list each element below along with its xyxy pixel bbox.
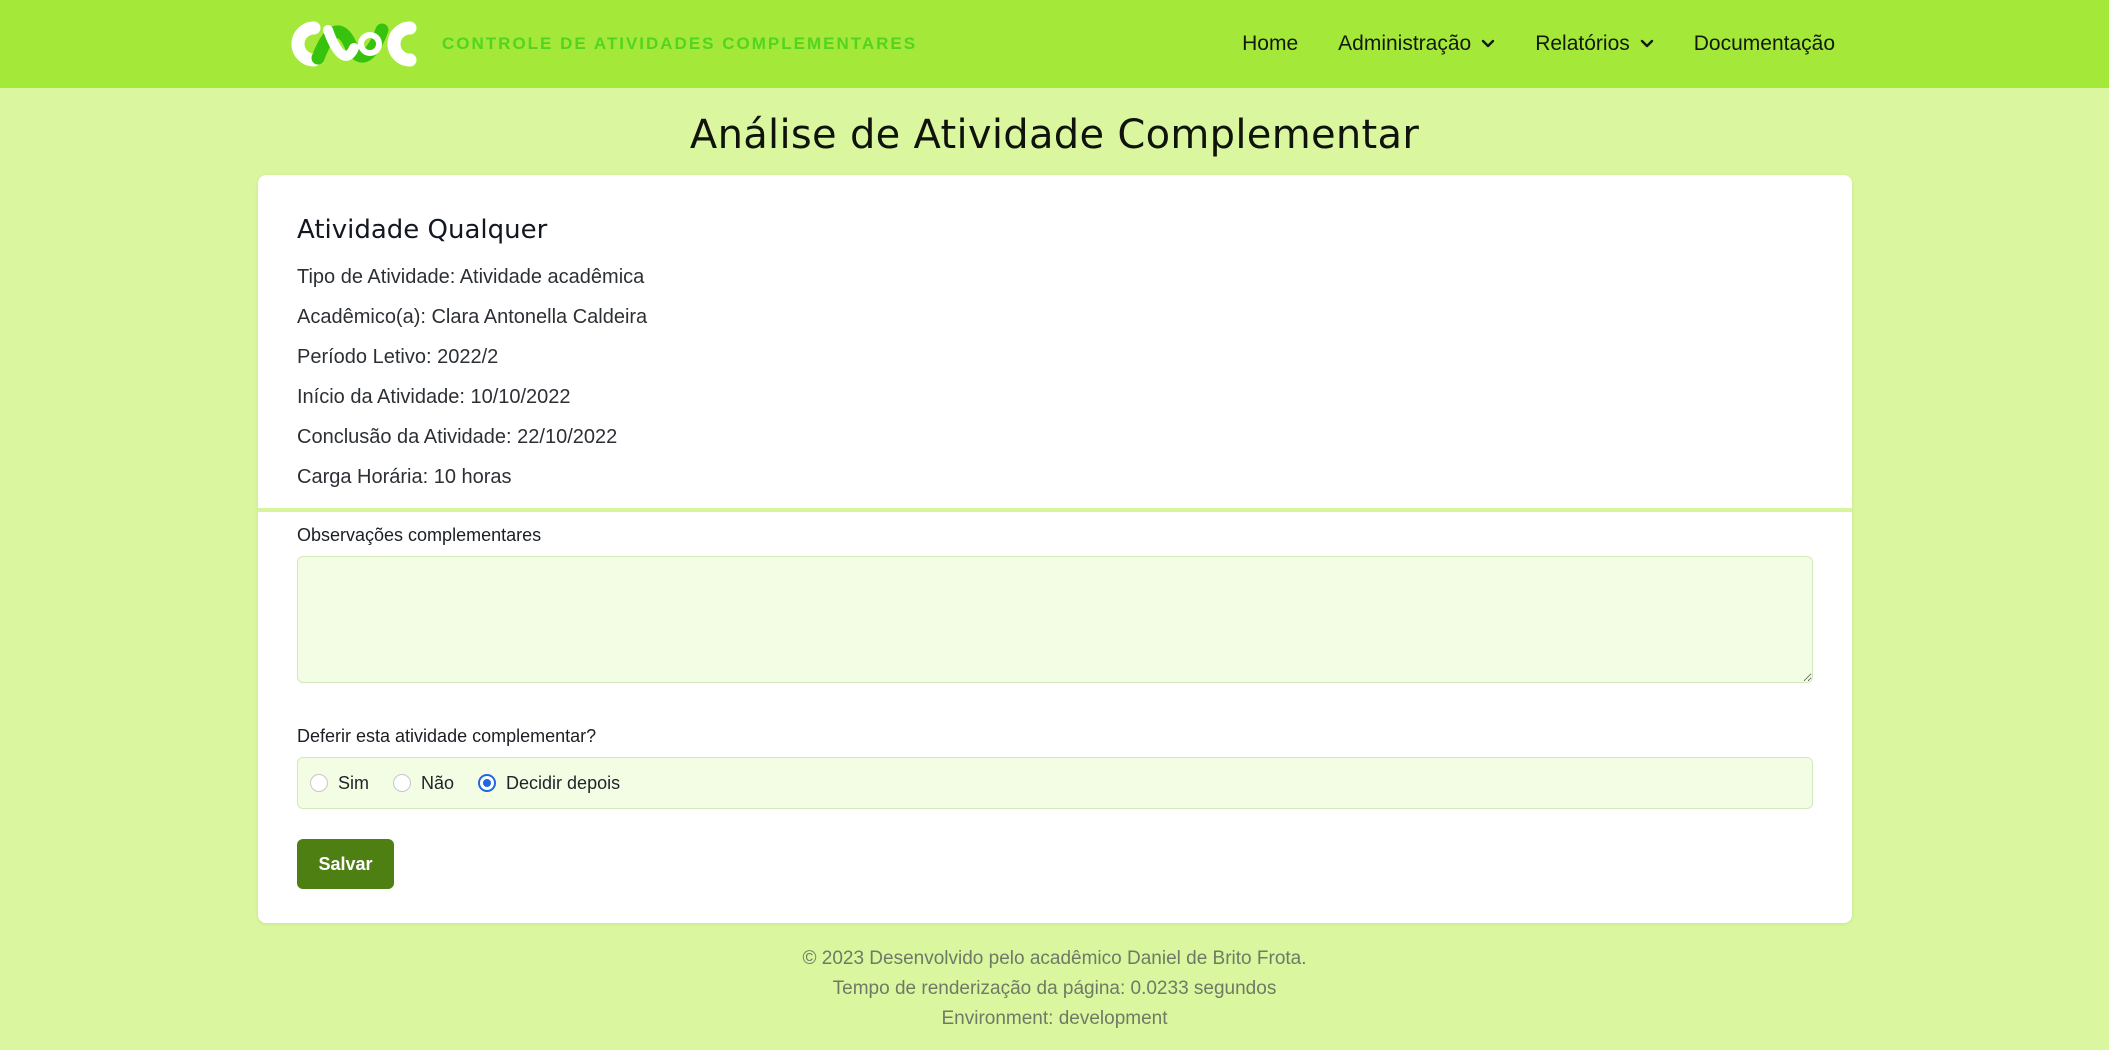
activity-end-date: Conclusão da Atividade: 22/10/2022 [297, 426, 618, 448]
save-button[interactable]: Salvar [297, 839, 394, 889]
activity-type: Tipo de Atividade: Atividade acadêmica [297, 266, 645, 288]
navbar: CONTROLE DE ATIVIDADES COMPLEMENTARES Ho… [0, 0, 2109, 88]
radio-nao[interactable] [393, 774, 411, 792]
radio-decidir-depois[interactable] [478, 774, 497, 792]
radio-nao-label: Não [421, 772, 455, 793]
cac-logo [291, 21, 417, 67]
radio-option-nao[interactable]: Não [393, 773, 454, 794]
chevron-down-icon [1640, 39, 1653, 48]
activity-card: Atividade Qualquer Tipo de Atividade: At… [258, 175, 1852, 923]
radio-option-sim[interactable]: Sim [310, 773, 369, 794]
radio-sim[interactable] [310, 774, 328, 792]
footer-render-time: Tempo de renderização da página: 0.0233 … [832, 978, 1277, 999]
nav-administracao-label: Administração [1338, 32, 1472, 55]
brand-title: CONTROLE DE ATIVIDADES COMPLEMENTARES [442, 34, 918, 53]
section-divider [258, 508, 1852, 512]
deferir-label: Deferir esta atividade complementar? [297, 726, 597, 746]
nav-relatorios-dropdown[interactable]: Relatórios [1535, 32, 1654, 56]
activity-start-date: Início da Atividade: 10/10/2022 [297, 386, 571, 408]
page-title: Análise de Atividade Complementar [689, 112, 1420, 158]
brand[interactable]: CONTROLE DE ATIVIDADES COMPLEMENTARES [274, 18, 917, 70]
activity-student: Acadêmico(a): Clara Antonella Caldeira [297, 306, 648, 328]
observacoes-textarea[interactable] [297, 556, 1813, 683]
footer-copyright: © 2023 Desenvolvido pelo acadêmico Danie… [802, 948, 1307, 969]
footer-environment: Environment: development [941, 1008, 1168, 1029]
observacoes-label: Observações complementares [297, 525, 542, 545]
nav-home-label: Home [1242, 32, 1299, 55]
nav-documentacao-label: Documentação [1693, 32, 1835, 55]
nav-relatorios-label: Relatórios [1535, 32, 1630, 55]
main-nav: Home Administração Relatórios Documentaç… [1242, 0, 1835, 88]
activity-name: Atividade Qualquer [297, 215, 548, 245]
deferir-radio-group: Sim Não Decidir depois [297, 757, 1813, 809]
radio-sim-label: Sim [338, 772, 369, 793]
activity-period: Período Letivo: 2022/2 [297, 346, 499, 368]
radio-decidir-depois-label: Decidir depois [506, 772, 621, 793]
activity-details: Atividade Qualquer Tipo de Atividade: At… [258, 175, 1852, 497]
nav-documentacao[interactable]: Documentação [1694, 32, 1835, 56]
chevron-down-icon [1482, 39, 1495, 48]
nav-home[interactable]: Home [1242, 32, 1298, 56]
radio-option-decidir-depois[interactable]: Decidir depois [478, 773, 620, 794]
activity-workload: Carga Horária: 10 horas [297, 466, 512, 488]
analysis-form: Observações complementares Deferir esta … [297, 525, 1813, 889]
nav-administracao-dropdown[interactable]: Administração [1338, 32, 1495, 56]
footer: © 2023 Desenvolvido pelo acadêmico Danie… [0, 944, 2109, 1034]
